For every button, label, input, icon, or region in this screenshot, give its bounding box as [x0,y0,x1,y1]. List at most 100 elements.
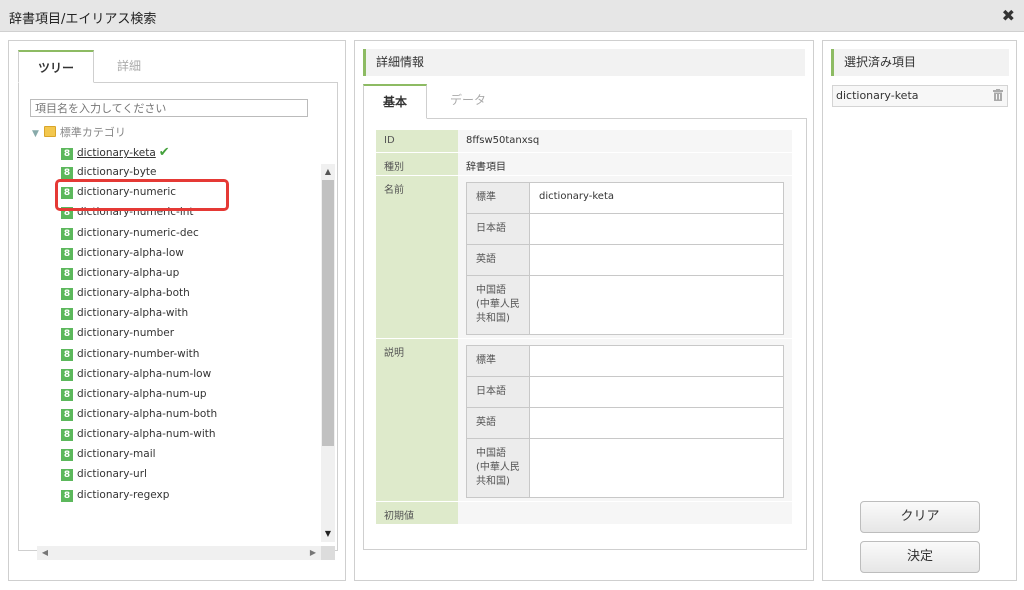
language-label: 英語 [467,245,530,275]
scroll-down-icon[interactable]: ▼ [321,528,335,540]
scroll-left-icon[interactable]: ◀ [39,546,51,560]
close-icon[interactable]: ✖ [1002,6,1015,25]
item-type-icon: 8 [61,449,73,462]
tree-item-label: dictionary-alpha-num-low [77,367,212,380]
tree-panel: ツリー 詳細 ▼ 標準カテゴリ 8 dictionary-keta✔ 8 diction… [8,40,346,581]
tree-root[interactable]: ▼ 標準カテゴリ [32,125,126,141]
description-lang-row: 英語 [467,407,783,438]
name-lang-table: 標準 dictionary-keta 日本語 英語 中国語 (中華人民 共和国) [466,182,784,335]
language-label: 日本語 [467,214,530,244]
description-lang-table: 標準 日本語 英語 中国語 (中華人民 共和国) [466,345,784,498]
detail-tab-body: ID 8ffsw50tanxsq 種別 辞書項目 名前 標準 dictionary… [363,118,807,550]
checkmark-icon: ✔ [158,145,170,160]
item-type-icon: 8 [61,368,73,381]
tab-basic[interactable]: 基本 [363,84,427,119]
tree-item-label: dictionary-alpha-num-both [77,407,218,420]
description-lang-row: 日本語 [467,376,783,407]
language-label: 中国語 (中華人民 共和国) [467,439,530,497]
item-type-icon: 8 [61,227,73,240]
tree-root-label: 標準カテゴリ [59,126,126,139]
tree-item[interactable]: 8 dictionary-alpha-with [61,306,188,322]
window-title: 辞書項目/エイリアス検索 [9,12,157,27]
tree-item[interactable]: 8 dictionary-number-with [61,347,199,363]
tree-item-label: dictionary-byte [77,166,157,179]
scroll-up-icon[interactable]: ▲ [321,166,335,178]
tree-item-label: dictionary-alpha-num-with [77,428,216,441]
name-value: dictionary-keta [539,191,615,202]
description-row: 説明 標準 日本語 英語 中国語 (中華人民 共和国) [376,339,792,501]
detail-tab-bar: 基本 データ [363,84,807,119]
type-row: 種別 辞書項目 [376,153,792,175]
name-lang-row: 英語 [467,244,783,275]
tree-item[interactable]: 8 dictionary-mail [61,447,156,463]
name-row: 名前 標準 dictionary-keta 日本語 英語 中国語 (中華人民 共和国) [376,176,792,338]
description-lang-row: 標準 [467,346,783,376]
tree-item[interactable]: 8 dictionary-regexp [61,488,169,504]
name-lang-row: 日本語 [467,213,783,244]
tab-detail[interactable]: 詳細 [94,50,164,83]
left-tab-bar: ツリー 詳細 [18,50,338,83]
tree-item-label: dictionary-alpha-num-up [77,387,207,400]
id-value: 8ffsw50tanxsq [466,135,540,146]
tree-item-label: dictionary-number-with [77,347,200,360]
tree-item[interactable]: 8 dictionary-alpha-num-both [61,407,217,423]
id-label: ID [376,130,458,152]
folder-icon [43,126,56,137]
selected-item[interactable]: dictionary-keta [832,85,1008,107]
tree-item[interactable]: 8 dictionary-numeric-dec [61,226,199,242]
tree-item-label: dictionary-alpha-low [77,246,184,259]
tree-item-label: dictionary-alpha-up [77,266,180,279]
name-lang-row: 標準 dictionary-keta [467,183,783,213]
scroll-right-icon[interactable]: ▶ [307,546,319,560]
tree-item[interactable]: 8 dictionary-alpha-up [61,266,179,282]
selected-item-label: dictionary-keta [836,89,919,102]
tree-item[interactable]: 8 dictionary-url [61,467,147,483]
tab-tree[interactable]: ツリー [18,50,94,83]
vertical-scrollbar[interactable]: ▲ ▼ [321,164,335,542]
tree-item-label: dictionary-alpha-with [77,307,189,320]
tree-item[interactable]: 8 dictionary-alpha-num-low [61,367,211,383]
horizontal-scrollbar[interactable]: ◀ ▶ [37,546,321,560]
item-type-icon: 8 [61,469,73,482]
scroll-thumb[interactable] [322,180,334,446]
ok-button[interactable]: 決定 [860,541,980,573]
tree-item[interactable]: 8 dictionary-alpha-num-up [61,387,207,403]
selected-heading: 選択済み項目 [831,49,1009,76]
tree-item-label: dictionary-url [77,468,147,481]
scroll-corner [321,546,335,560]
tree-item-label: dictionary-regexp [77,488,170,501]
language-label: 標準 [467,346,530,376]
description-lang-row: 中国語 (中華人民 共和国) [467,438,783,497]
tree-item[interactable]: 8 dictionary-keta ✔ [61,145,170,161]
expand-arrow-icon[interactable]: ▼ [32,129,39,139]
search-input[interactable] [30,99,308,117]
item-type-icon: 8 [61,267,73,280]
tab-data[interactable]: データ [427,84,509,119]
language-label: 英語 [467,408,530,438]
tree-item[interactable]: 8 dictionary-alpha-both [61,286,190,302]
selected-panel: 選択済み項目 dictionary-keta クリア 決定 [822,40,1017,581]
item-type-icon: 8 [61,408,73,421]
tree-item[interactable]: 8 dictionary-number [61,326,174,342]
tree-item-label: dictionary-numeric-dec [77,226,199,239]
item-type-icon: 8 [61,328,73,341]
item-type-icon: 8 [61,308,73,321]
tree-item-label: dictionary-number [77,327,175,340]
item-type-icon: 8 [61,348,73,361]
item-type-icon: 8 [61,429,73,442]
item-type-icon: 8 [61,388,73,401]
tree-item[interactable]: 8 dictionary-alpha-low [61,246,184,262]
name-lang-row: 中国語 (中華人民 共和国) [467,275,783,334]
detail-panel: 詳細情報 基本 データ ID 8ffsw50tanxsq 種別 辞書項目 名前 … [354,40,814,581]
tree-item[interactable]: 8 dictionary-alpha-num-with [61,427,216,443]
name-label: 名前 [376,176,458,338]
trash-icon[interactable] [993,89,1003,101]
tree-tab-body: ▼ 標準カテゴリ 8 dictionary-keta✔ 8 dictionary-byt… [18,83,338,551]
tree-item-label: dictionary-keta [77,147,156,159]
type-label: 種別 [376,153,458,175]
description-label: 説明 [376,339,458,501]
language-label: 日本語 [467,377,530,407]
item-type-icon: 8 [61,247,73,260]
clear-button[interactable]: クリア [860,501,980,533]
language-label: 中国語 (中華人民 共和国) [467,276,530,334]
